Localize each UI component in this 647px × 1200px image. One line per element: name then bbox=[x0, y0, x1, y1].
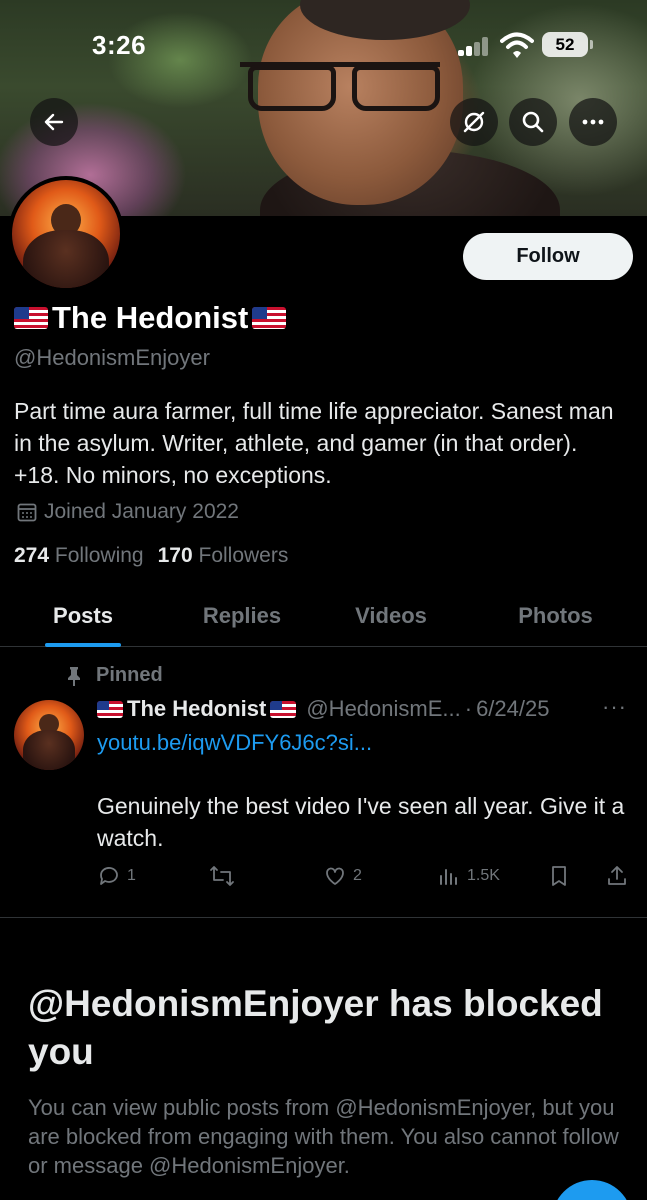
joined-text: Joined January 2022 bbox=[44, 500, 239, 523]
followers-link[interactable]: 170 Followers bbox=[158, 544, 289, 568]
joined-date: Joined January 2022 bbox=[16, 500, 239, 524]
reply-count: 1 bbox=[127, 867, 136, 884]
cellular-signal-icon bbox=[458, 36, 492, 56]
blocked-description: You can view public posts from @Hedonism… bbox=[28, 1095, 619, 1178]
profile-tabs: Posts Replies Videos Photos bbox=[0, 585, 647, 647]
bookmark-button[interactable] bbox=[547, 864, 571, 888]
search-icon bbox=[522, 111, 544, 133]
pinned-indicator: Pinned bbox=[64, 664, 163, 687]
us-flag-icon bbox=[97, 700, 123, 718]
back-button[interactable] bbox=[30, 98, 78, 146]
profile-bio: Part time aura farmer, full time life ap… bbox=[14, 398, 614, 488]
pinned-label: Pinned bbox=[96, 664, 163, 686]
repost-button[interactable] bbox=[209, 864, 235, 888]
floating-action-button[interactable] bbox=[552, 1180, 632, 1200]
like-button[interactable]: 2 bbox=[323, 864, 362, 888]
more-options-button[interactable] bbox=[569, 98, 617, 146]
profile-handle: @HedonismEnjoyer bbox=[14, 345, 210, 370]
section-divider bbox=[0, 917, 647, 918]
profile-avatar[interactable] bbox=[8, 176, 124, 292]
wifi-icon bbox=[500, 32, 534, 58]
heart-icon bbox=[326, 867, 344, 885]
following-count: 274 bbox=[14, 544, 50, 567]
bookmark-icon bbox=[552, 866, 566, 886]
following-label: Following bbox=[54, 544, 144, 567]
separator-dot: · bbox=[464, 696, 473, 721]
more-horizontal-icon bbox=[582, 119, 604, 125]
views-button[interactable]: 1.5K bbox=[437, 864, 500, 888]
post-header: The Hedonist @HedonismE... · 6/24/25 ··· bbox=[97, 694, 637, 722]
us-flag-icon bbox=[252, 307, 287, 329]
post-date[interactable]: 6/24/25 bbox=[476, 696, 549, 722]
post-text: Genuinely the best video I've seen all y… bbox=[97, 793, 625, 851]
view-count: 1.5K bbox=[467, 867, 500, 884]
like-count: 2 bbox=[353, 867, 362, 884]
calendar-icon bbox=[17, 503, 37, 522]
post-author-name-text: The Hedonist bbox=[127, 696, 267, 721]
post-author-handle[interactable]: @HedonismE... bbox=[306, 696, 460, 722]
followers-label: Followers bbox=[198, 544, 289, 567]
reply-button[interactable]: 1 bbox=[97, 864, 136, 888]
search-button[interactable] bbox=[509, 98, 557, 146]
follow-button[interactable]: Follow bbox=[463, 233, 633, 280]
blocked-title: @HedonismEnjoyer has blocked you bbox=[28, 983, 603, 1072]
tab-replies[interactable]: Replies bbox=[166, 585, 318, 647]
tab-photos[interactable]: Photos bbox=[464, 585, 647, 647]
reply-icon bbox=[100, 867, 118, 885]
grok-icon bbox=[463, 111, 485, 133]
post-link[interactable]: youtu.be/iqwVDFY6J6c?si... bbox=[97, 730, 372, 756]
us-flag-icon bbox=[270, 700, 297, 718]
us-flag-icon bbox=[14, 307, 48, 329]
post-more-icon[interactable]: ··· bbox=[602, 694, 627, 720]
tab-videos[interactable]: Videos bbox=[318, 585, 464, 647]
followers-count: 170 bbox=[157, 544, 193, 567]
follow-stats: 274 Following 170 Followers bbox=[14, 544, 288, 568]
battery-indicator: 52 bbox=[542, 32, 593, 57]
arrow-left-icon bbox=[44, 113, 64, 131]
profile-display-name: The Hedonist bbox=[14, 300, 287, 336]
banner-glasses bbox=[240, 62, 440, 111]
analytics-icon bbox=[440, 869, 457, 885]
display-name-text: The Hedonist bbox=[52, 300, 249, 335]
status-bar: 3:26 52 bbox=[0, 24, 647, 68]
share-icon bbox=[608, 866, 626, 885]
post-author-avatar[interactable] bbox=[14, 700, 84, 770]
status-time: 3:26 bbox=[92, 30, 147, 60]
post-actions: 1 2 1.5K bbox=[97, 862, 632, 892]
repost-icon bbox=[210, 866, 234, 886]
grok-button[interactable] bbox=[450, 98, 498, 146]
pin-icon bbox=[68, 666, 80, 686]
tab-posts[interactable]: Posts bbox=[0, 585, 166, 647]
post-author-name[interactable]: The Hedonist bbox=[97, 696, 297, 722]
following-link[interactable]: 274 Following bbox=[14, 544, 144, 568]
share-button[interactable] bbox=[605, 864, 629, 888]
